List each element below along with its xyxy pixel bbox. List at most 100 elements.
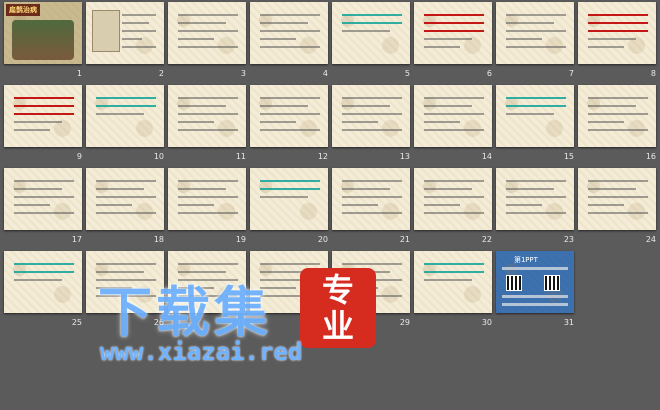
slide-thumbnail-14[interactable]: 14 bbox=[410, 83, 496, 163]
slide-number: 16 bbox=[645, 152, 656, 161]
text-line bbox=[178, 279, 238, 281]
text-line bbox=[588, 14, 648, 16]
text-line bbox=[424, 204, 460, 206]
slide-thumbnail-27[interactable]: 27 bbox=[164, 249, 250, 329]
slide-number: 12 bbox=[317, 152, 328, 161]
slide-preview bbox=[250, 251, 328, 313]
slide-preview bbox=[4, 251, 82, 313]
text-line bbox=[14, 263, 74, 265]
slide-thumbnail-2[interactable]: 2 bbox=[82, 0, 168, 80]
slide-thumbnail-25[interactable]: 25 bbox=[0, 249, 86, 329]
slide-thumbnail-9[interactable]: 9 bbox=[0, 83, 86, 163]
text-line bbox=[178, 14, 238, 16]
text-line bbox=[260, 30, 320, 32]
slide-thumbnail-4[interactable]: 4 bbox=[246, 0, 332, 80]
text-line bbox=[96, 295, 156, 297]
slide-thumbnail-30[interactable]: 30 bbox=[410, 249, 496, 329]
slide-thumbnail-22[interactable]: 22 bbox=[410, 166, 496, 246]
slide-thumbnail-11[interactable]: 11 bbox=[164, 83, 250, 163]
text-line bbox=[342, 295, 402, 297]
text-line bbox=[424, 105, 472, 107]
slide-number: 27 bbox=[235, 318, 246, 327]
text-line bbox=[506, 30, 566, 32]
slide-thumbnail-6[interactable]: 6 bbox=[410, 0, 496, 80]
slide-text-lines bbox=[260, 180, 320, 204]
slide-preview bbox=[4, 168, 82, 230]
slide-text-lines bbox=[506, 180, 566, 220]
text-line bbox=[96, 263, 156, 265]
text-line bbox=[14, 129, 50, 131]
illustration-image bbox=[12, 20, 74, 60]
slide-text-lines bbox=[342, 14, 402, 38]
slide-thumbnail-19[interactable]: 19 bbox=[164, 166, 250, 246]
slide-thumbnail-18[interactable]: 18 bbox=[82, 166, 168, 246]
text-line bbox=[14, 105, 74, 107]
text-line bbox=[96, 204, 132, 206]
text-line bbox=[178, 38, 214, 40]
text-line bbox=[424, 22, 484, 24]
text-line bbox=[178, 295, 238, 297]
text-line bbox=[424, 38, 472, 40]
text-line bbox=[178, 287, 214, 289]
slide-thumbnail-20[interactable]: 20 bbox=[246, 166, 332, 246]
slide-thumbnail-10[interactable]: 10 bbox=[82, 83, 168, 163]
slide-number: 31 bbox=[563, 318, 574, 327]
text-line bbox=[260, 180, 320, 182]
slide-thumbnail-15[interactable]: 15 bbox=[492, 83, 578, 163]
slide-preview bbox=[86, 251, 164, 313]
slide-thumbnail-7[interactable]: 7 bbox=[492, 0, 578, 80]
text-line bbox=[14, 279, 62, 281]
text-line bbox=[424, 46, 460, 48]
text-line bbox=[96, 212, 156, 214]
slide-thumbnail-17[interactable]: 17 bbox=[0, 166, 86, 246]
text-line bbox=[260, 188, 320, 190]
slide-thumbnail-13[interactable]: 13 bbox=[328, 83, 414, 163]
text-line bbox=[96, 196, 156, 198]
slide-text-lines bbox=[96, 97, 156, 121]
text-line bbox=[96, 180, 156, 182]
text-line bbox=[506, 97, 566, 99]
text-line bbox=[342, 196, 402, 198]
slide-number: 29 bbox=[399, 318, 410, 327]
slide-thumbnail-28[interactable]: 28 bbox=[246, 249, 332, 329]
text-line bbox=[506, 196, 566, 198]
slide-text-lines bbox=[260, 263, 320, 303]
slide-preview bbox=[414, 2, 492, 64]
text-line bbox=[260, 46, 320, 48]
slide-thumbnail-31[interactable]: 第1PPT 31 bbox=[492, 249, 578, 329]
text-line bbox=[96, 188, 144, 190]
slide-preview bbox=[168, 251, 246, 313]
slide-thumbnail-24[interactable]: 24 bbox=[574, 166, 660, 246]
slide-text-lines bbox=[342, 180, 402, 220]
slide-preview bbox=[168, 168, 246, 230]
slide-thumbnail-21[interactable]: 21 bbox=[328, 166, 414, 246]
text-line bbox=[178, 46, 238, 48]
slide-thumbnail-8[interactable]: 8 bbox=[574, 0, 660, 80]
text-line bbox=[506, 14, 566, 16]
slide-thumbnail-26[interactable]: 26 bbox=[82, 249, 168, 329]
slide-text-lines bbox=[178, 14, 238, 54]
text-line bbox=[14, 212, 74, 214]
slide-number: 19 bbox=[235, 235, 246, 244]
slide-thumbnail-16[interactable]: 16 bbox=[574, 83, 660, 163]
slide-thumbnail-3[interactable]: 3 bbox=[164, 0, 250, 80]
text-line bbox=[260, 105, 308, 107]
slide-thumbnail-5[interactable]: 5 bbox=[328, 0, 414, 80]
text-line bbox=[588, 30, 648, 32]
text-line bbox=[14, 121, 62, 123]
text-line bbox=[178, 212, 238, 214]
text-line bbox=[342, 279, 402, 281]
slide-thumbnail-12[interactable]: 12 bbox=[246, 83, 332, 163]
slide-number: 26 bbox=[153, 318, 164, 327]
slide-thumbnail-23[interactable]: 23 bbox=[492, 166, 578, 246]
slide-text-lines bbox=[588, 97, 648, 137]
text-line bbox=[260, 14, 320, 16]
slide-sorter-grid: 扁鹊治病 1 2 3 4 5 6 7 8 9 10 11 12 13 14 15 16 17 18 19 20 21 22 2… bbox=[0, 0, 660, 410]
text-line bbox=[14, 97, 74, 99]
slide-thumbnail-1[interactable]: 扁鹊治病 1 bbox=[0, 0, 86, 80]
text-line bbox=[260, 295, 320, 297]
slide-thumbnail-29[interactable]: 29 bbox=[328, 249, 414, 329]
slide-preview: 第1PPT bbox=[496, 251, 574, 313]
slide-preview bbox=[4, 85, 82, 147]
text-line bbox=[588, 129, 648, 131]
